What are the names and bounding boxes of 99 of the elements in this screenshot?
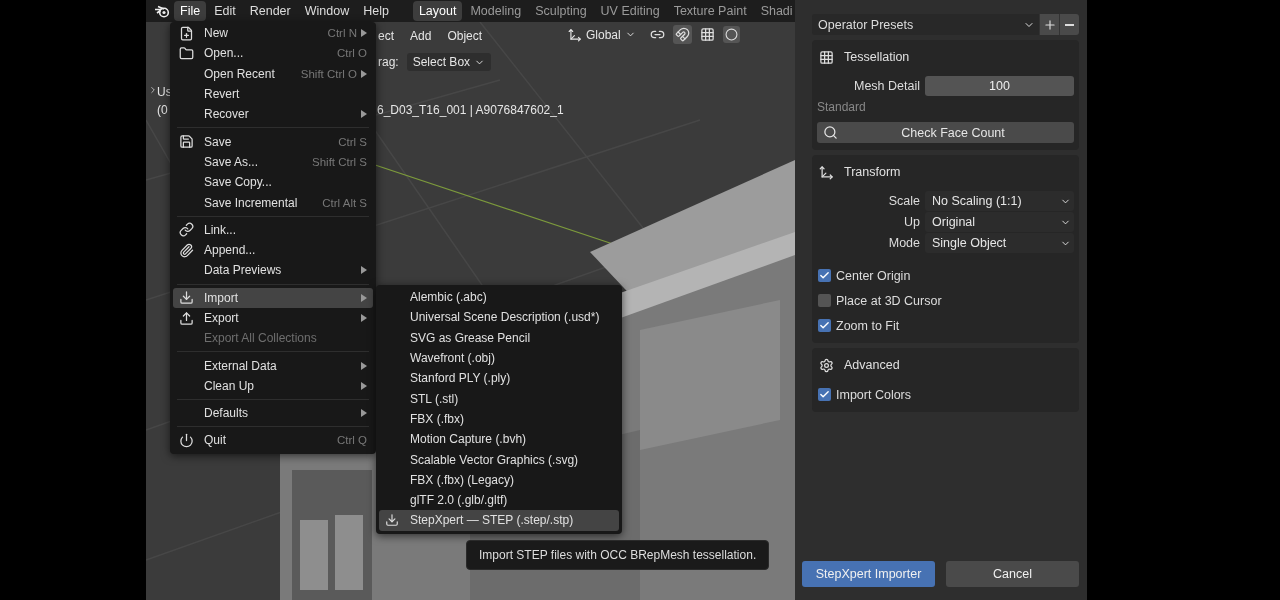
menu-entry[interactable]: New Ctrl N: [173, 23, 373, 44]
detail-note: Standard: [817, 100, 867, 114]
menu-entry-icon: [179, 242, 194, 258]
checkbox[interactable]: [818, 269, 831, 282]
workspace-tab[interactable]: Layout: [412, 1, 463, 21]
option-dropdown[interactable]: Original: [925, 212, 1074, 232]
checkbox-label: Center Origin: [836, 268, 911, 283]
menu-entry-icon: [179, 290, 194, 306]
option-dropdown[interactable]: Single Object: [925, 233, 1074, 253]
menu-entry[interactable]: Save Incremental Ctrl Alt S: [173, 192, 373, 213]
menu-entry[interactable]: STL (.stl): [379, 388, 619, 409]
menu-entry[interactable]: StepXpert — STEP (.step/.stp): [379, 510, 619, 531]
menu-entry[interactable]: Motion Capture (.bvh): [379, 429, 619, 450]
menu-entry[interactable]: SVG as Grease Pencil: [379, 327, 619, 348]
menu-entry[interactable]: Link...: [173, 219, 373, 240]
workspace-tab[interactable]: Shadi: [754, 1, 795, 21]
menu-entry[interactable]: Wavefront (.obj): [379, 347, 619, 369]
menu-entry[interactable]: Recover: [173, 104, 373, 125]
menu-entry[interactable]: Append...: [173, 239, 373, 261]
check-icon: [819, 320, 830, 331]
section-title: Advanced: [844, 358, 900, 372]
grid-icon: [819, 49, 834, 65]
menu-entry-icon: [179, 134, 194, 150]
check-face-count-button[interactable]: Check Face Count: [817, 122, 1074, 143]
menu-entry[interactable]: Stanford PLY (.ply): [379, 368, 619, 389]
menu-entry[interactable]: Data Previews: [173, 260, 373, 281]
menu-entry[interactable]: FBX (.fbx) (Legacy): [379, 469, 619, 490]
expand-icon[interactable]: [148, 85, 158, 95]
download-icon: [385, 513, 399, 528]
menu-item[interactable]: Window: [298, 1, 356, 21]
axes-icon: [819, 164, 834, 180]
checkbox-label: Place at 3D Cursor: [836, 293, 942, 308]
menu-entry[interactable]: Export: [173, 307, 373, 329]
menu-entry[interactable]: Alembic (.abc): [379, 287, 619, 308]
menu-entry-icon: [179, 45, 194, 61]
menu-entry[interactable]: Revert: [173, 83, 373, 105]
checkbox[interactable]: [818, 319, 831, 332]
menu-entry-icon: [179, 433, 194, 448]
menu-entry[interactable]: Open... Ctrl O: [173, 43, 373, 64]
viewport-menu-item[interactable]: Object: [441, 27, 489, 45]
workspace-tab[interactable]: UV Editing: [594, 1, 666, 21]
option-dropdown[interactable]: No Scaling (1:1): [925, 191, 1074, 211]
menu-entry-icon: [179, 222, 194, 238]
drag-label: rag:: [378, 55, 399, 69]
menu-entry-icon: [179, 310, 194, 326]
menu-item[interactable]: File: [174, 1, 207, 21]
grid-icon: [699, 27, 715, 42]
menu-entry[interactable]: External Data: [173, 355, 373, 376]
search-icon: [823, 125, 838, 140]
menu-entry[interactable]: Clean Up: [173, 375, 373, 397]
checkbox-label: Import Colors: [836, 387, 912, 402]
menu-entry[interactable]: Universal Scene Description (.usd*): [379, 307, 619, 328]
viewport-info-text: (0: [157, 103, 168, 117]
axes-icon: [568, 27, 582, 42]
menu-item[interactable]: Help: [357, 1, 395, 21]
plus-icon: [1042, 17, 1057, 32]
menu-item[interactable]: Render: [243, 1, 297, 21]
viewport-menu-item[interactable]: ect: [372, 27, 400, 45]
orientation-dropdown[interactable]: Global: [562, 25, 642, 44]
workspace-tab[interactable]: Texture Paint: [667, 1, 753, 21]
menu-entry[interactable]: Scalable Vector Graphics (.svg): [379, 449, 619, 470]
circle-icon: [724, 28, 738, 41]
menu-entry[interactable]: glTF 2.0 (.glb/.gltf): [379, 489, 619, 511]
field-label: Mode: [887, 236, 920, 250]
mesh-detail-field[interactable]: 100: [925, 76, 1074, 96]
remove-preset-button[interactable]: [1059, 14, 1079, 35]
add-preset-button[interactable]: [1039, 14, 1059, 35]
tooltip: Import STEP files with OCC BRepMesh tessellation.: [466, 540, 770, 570]
menu-entry[interactable]: Open Recent Shift Ctrl O: [173, 63, 373, 84]
menu-entry[interactable]: Save As... Shift Ctrl S: [173, 151, 373, 173]
workspace-tab[interactable]: Sculpting: [529, 1, 593, 21]
viewport-menu-item[interactable]: Add: [404, 27, 438, 45]
checkbox[interactable]: [818, 294, 831, 307]
menu-entry[interactable]: Save Copy...: [173, 172, 373, 193]
workspace-tab[interactable]: Modeling: [464, 1, 528, 21]
menu-entry[interactable]: Save Ctrl S: [173, 131, 373, 152]
menu-entry[interactable]: Import: [173, 287, 373, 308]
check-icon: [819, 389, 830, 400]
gear-icon: [819, 357, 834, 373]
menu-entry-icon: [179, 25, 194, 41]
field-label: Scale: [887, 194, 920, 208]
section-title: Tessellation: [844, 50, 910, 64]
menu-entry[interactable]: Quit Ctrl Q: [173, 430, 373, 451]
select-box-dropdown[interactable]: Select Box: [406, 53, 492, 71]
magnet-icon: [674, 27, 690, 42]
checkbox-label: Zoom to Fit: [836, 318, 900, 333]
section-title: Transform: [844, 165, 901, 179]
object-path-text: 6_D03_T16_001 | A9076847602_1: [377, 103, 564, 117]
presets-dropdown[interactable]: Operator Presets: [812, 14, 1039, 35]
checkbox[interactable]: [818, 388, 831, 401]
field-label: Up: [903, 215, 920, 229]
field-label: Mesh Detail: [853, 79, 920, 93]
menu-entry[interactable]: FBX (.fbx): [379, 408, 619, 430]
import-button[interactable]: StepXpert Importer: [802, 561, 935, 587]
minus-icon: [1065, 23, 1074, 26]
check-icon: [819, 270, 830, 281]
cancel-button[interactable]: Cancel: [946, 561, 1079, 587]
menu-entry[interactable]: Defaults: [173, 403, 373, 424]
menu-item[interactable]: Edit: [208, 1, 242, 21]
